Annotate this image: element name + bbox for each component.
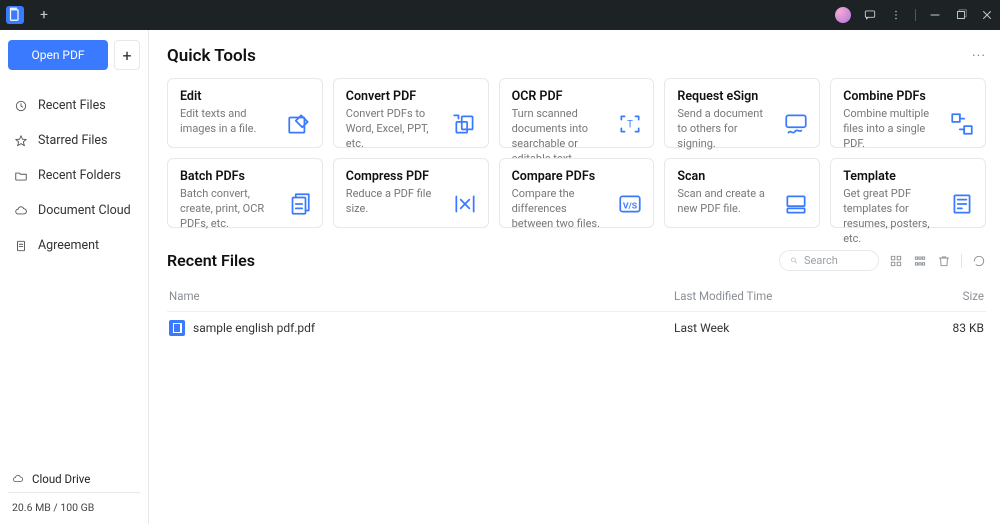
tool-scan[interactable]: Scan Scan and create a new PDF file. (664, 158, 820, 228)
grid-view-icon[interactable] (913, 254, 927, 268)
tool-title: Template (843, 169, 973, 184)
tool-title: Combine PDFs (843, 89, 973, 104)
sidebar-item-label: Recent Files (38, 98, 106, 113)
tool-title: Request eSign (677, 89, 807, 104)
sidebar-item-document-cloud[interactable]: Document Cloud (8, 193, 140, 228)
svg-text:T: T (627, 119, 633, 130)
recent-files-tools (779, 250, 986, 271)
doc-icon (14, 239, 28, 253)
edit-icon (286, 111, 312, 137)
maximize-icon[interactable] (954, 8, 968, 22)
esign-icon (783, 111, 809, 137)
cloud-icon (14, 204, 28, 218)
star-icon (14, 134, 28, 148)
sidebar-item-label: Recent Folders (38, 168, 121, 183)
tool-ocr[interactable]: OCR PDF Turn scanned documents into sear… (499, 78, 655, 148)
sidebar-item-label: Agreement (38, 238, 99, 253)
separator (915, 9, 916, 21)
tool-edit[interactable]: Edit Edit texts and images in a file. (167, 78, 323, 148)
tool-title: Compare PDFs (512, 169, 642, 184)
open-pdf-button[interactable]: Open PDF (8, 40, 108, 70)
sidebar-item-recent-folders[interactable]: Recent Folders (8, 158, 140, 193)
ocr-icon: T (617, 111, 643, 137)
pdf-file-icon (169, 320, 185, 336)
file-modified: Last Week (674, 321, 894, 335)
quick-tools-title: Quick Tools (167, 46, 256, 66)
minimize-icon[interactable] (928, 8, 942, 22)
chat-icon[interactable] (863, 8, 877, 22)
tool-batch[interactable]: Batch PDFs Batch convert, create, print,… (167, 158, 323, 228)
storage-label: 20.6 MB / 100 GB (8, 501, 140, 514)
sidebar-item-label: Document Cloud (38, 203, 131, 218)
batch-icon (286, 191, 312, 217)
app-logo-icon[interactable] (6, 6, 24, 24)
template-icon (949, 191, 975, 217)
separator (961, 254, 962, 268)
cloud-drive-section[interactable]: Cloud Drive (8, 466, 140, 493)
recent-files-header: Name Last Modified Time Size (167, 281, 986, 311)
file-row[interactable]: sample english pdf.pdf Last Week 83 KB (167, 312, 986, 344)
list-view-icon[interactable] (889, 254, 903, 268)
sidebar-item-recent-files[interactable]: Recent Files (8, 88, 140, 123)
new-tab-button[interactable]: + (32, 6, 56, 24)
tool-combine[interactable]: Combine PDFs Combine multiple files into… (830, 78, 986, 148)
tool-template[interactable]: Template Get great PDF templates for res… (830, 158, 986, 228)
main-panel: Quick Tools ··· Edit Edit texts and imag… (149, 30, 1000, 524)
tool-title: OCR PDF (512, 89, 642, 104)
search-input[interactable] (804, 254, 868, 267)
kebab-menu-icon[interactable] (889, 8, 903, 22)
clock-icon (14, 99, 28, 113)
delete-icon[interactable] (937, 254, 951, 268)
col-size[interactable]: Size (894, 289, 984, 303)
tool-convert[interactable]: Convert PDF Convert PDFs to Word, Excel,… (333, 78, 489, 148)
file-name: sample english pdf.pdf (193, 321, 315, 335)
tool-compress[interactable]: Compress PDF Reduce a PDF file size. (333, 158, 489, 228)
compare-icon: V/S (617, 191, 643, 217)
titlebar-left: + (6, 6, 56, 24)
cloud-drive-label: Cloud Drive (32, 472, 90, 486)
tool-compare[interactable]: Compare PDFs Compare the differences bet… (499, 158, 655, 228)
titlebar-right (835, 7, 994, 23)
col-name[interactable]: Name (169, 289, 674, 303)
combine-icon (949, 111, 975, 137)
titlebar: + (0, 0, 1000, 30)
refresh-icon[interactable] (972, 254, 986, 268)
tool-title: Scan (677, 169, 807, 184)
quick-tools-more-icon[interactable]: ··· (972, 48, 986, 64)
cloud-icon (12, 473, 24, 485)
tool-esign[interactable]: Request eSign Send a document to others … (664, 78, 820, 148)
file-size: 83 KB (894, 321, 984, 335)
tool-title: Edit (180, 89, 310, 104)
compress-icon (452, 191, 478, 217)
scan-icon (783, 191, 809, 217)
col-modified[interactable]: Last Modified Time (674, 289, 894, 303)
recent-files-title: Recent Files (167, 251, 255, 270)
convert-icon (452, 111, 478, 137)
tool-title: Convert PDF (346, 89, 476, 104)
search-icon (790, 255, 798, 266)
sidebar-item-starred-files[interactable]: Starred Files (8, 123, 140, 158)
search-box[interactable] (779, 250, 879, 271)
sidebar-item-label: Starred Files (38, 133, 108, 148)
tool-grid: Edit Edit texts and images in a file. Co… (167, 78, 986, 228)
new-file-button[interactable]: + (114, 40, 140, 70)
close-icon[interactable] (980, 8, 994, 22)
tool-title: Batch PDFs (180, 169, 310, 184)
svg-text:V/S: V/S (623, 201, 638, 211)
sidebar-item-agreement[interactable]: Agreement (8, 228, 140, 263)
folder-icon (14, 169, 28, 183)
tool-title: Compress PDF (346, 169, 476, 184)
avatar[interactable] (835, 7, 851, 23)
sidebar: Open PDF + Recent Files Starred Files Re… (0, 30, 149, 524)
